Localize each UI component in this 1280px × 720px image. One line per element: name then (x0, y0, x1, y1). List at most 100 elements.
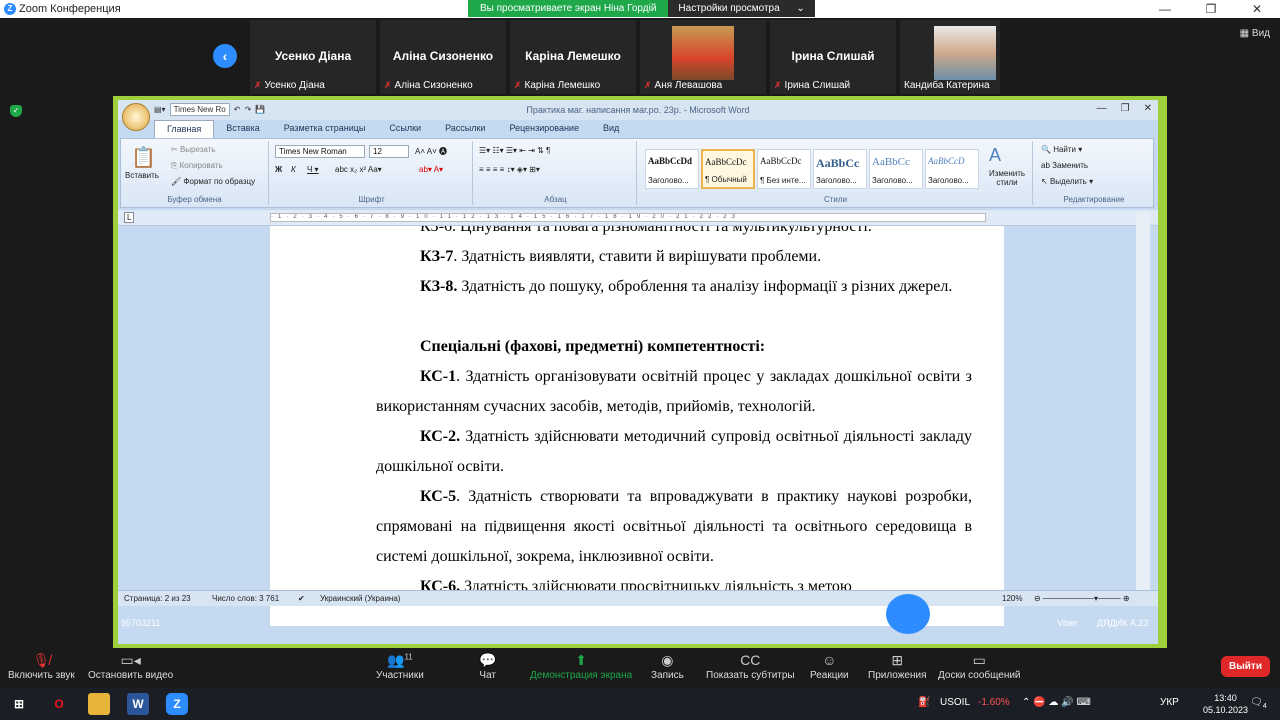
styles-group: AaBbCcDd Заголово... AaBbCcDc ¶ Обычный Aa… (639, 141, 1033, 205)
file-explorer-icon[interactable] (88, 693, 110, 715)
style-heading2[interactable]: AaBbCc Заголово... (869, 149, 923, 189)
participant-tile[interactable]: ✗ Аня Левашова (640, 20, 766, 94)
page-indicator[interactable]: Страница: 2 из 23 (124, 594, 191, 603)
style-heading1[interactable]: AaBbCc Заголово... (813, 149, 867, 189)
copy-label: Копировать (179, 161, 223, 170)
change-styles-icon[interactable]: A (989, 145, 1001, 166)
save-icon[interactable]: 💾 (255, 105, 265, 114)
tab-references[interactable]: Ссылки (377, 120, 433, 138)
qat-icon[interactable]: ▤▾ (154, 105, 166, 114)
ribbon: 📋 Вставить ✂ Вырезать ⎘ Копировать 🖌 Фор… (120, 138, 1154, 208)
format-painter-button[interactable]: 🖌 Формат по образцу (171, 177, 255, 186)
captions-label: Показать субтитры (706, 670, 795, 681)
redo-icon[interactable]: ↷ (244, 105, 251, 114)
bullets-icon[interactable]: ☰▾ ☷▾ ☰▾ ⇤ ⇥ ⇅ ¶ (479, 146, 550, 155)
bold-icon[interactable]: Ж (275, 165, 282, 174)
style-heading[interactable]: AaBbCcDd Заголово... (645, 149, 699, 189)
clock[interactable]: 13:40 05.10.2023 (1203, 692, 1248, 716)
tab-insert[interactable]: Вставка (214, 120, 271, 138)
underline-icon[interactable]: Ч ▾ (307, 165, 319, 174)
apps-button[interactable]: ⊞ Приложения (868, 652, 927, 681)
editing-label: Редактирование (1063, 195, 1125, 204)
tab-view[interactable]: Вид (591, 120, 631, 138)
view-button[interactable]: ▦ Вид (1240, 28, 1270, 39)
mute-button[interactable]: 🎙︎̸ Включить звук (8, 652, 75, 681)
undo-icon[interactable]: ↶ (234, 105, 241, 114)
muted-mic-icon: ✗ (514, 80, 522, 90)
style-name: Заголово... (648, 176, 689, 185)
competence-text: . Здатність організовувати освітній проц… (376, 368, 972, 415)
video-button[interactable]: ▭◂ Остановить видео (88, 652, 173, 681)
captions-button[interactable]: CC Показать субтитры (706, 652, 795, 681)
word-titlebar: Практика маг. написання маг.ро. 23р. - M… (118, 100, 1158, 120)
office-button[interactable] (122, 103, 150, 131)
style-nospacing[interactable]: AaBbCcDc ¶ Без инте... (757, 149, 811, 189)
cut-button[interactable]: ✂ Вырезать (171, 145, 216, 154)
ticker-change[interactable]: -1.60% (978, 697, 1010, 708)
qat-font-box[interactable]: Times New Ro (169, 103, 230, 116)
competence-code: КС-2. (420, 428, 461, 445)
participant-tile[interactable]: Кандиба Катерина (900, 20, 1000, 94)
font-size-box[interactable]: 12 (369, 145, 409, 158)
tab-mailings[interactable]: Рассылки (433, 120, 497, 138)
style-normal[interactable]: AaBbCcDc ¶ Обычный (701, 149, 755, 189)
opera-icon[interactable]: O (48, 693, 70, 715)
prev-page-button[interactable]: ‹ (213, 44, 237, 68)
language-indicator[interactable]: Украинский (Украина) (320, 594, 400, 603)
paste-icon[interactable]: 📋 (131, 145, 156, 170)
participants-button[interactable]: 👥11 Участники (376, 652, 424, 681)
replace-button[interactable]: ab Заменить (1041, 161, 1088, 170)
participant-tile[interactable]: Усенко Діана ✗ Усенко Діана (250, 20, 376, 94)
vertical-scrollbar[interactable] (1136, 212, 1150, 592)
grow-font-icon[interactable]: A˄ A˅ 🅐 (415, 146, 447, 157)
font-color-icon[interactable]: ab▾ A▾ (419, 165, 443, 174)
zoom-level[interactable]: 120% (1002, 594, 1022, 603)
select-button[interactable]: ↖ Выделить ▾ (1041, 177, 1093, 186)
close-icon[interactable]: ✕ (1234, 0, 1280, 18)
weather-icon: ⛽ (918, 697, 931, 708)
security-shield-icon[interactable]: ✓ (10, 105, 22, 117)
spellcheck-icon[interactable]: ✔ (298, 594, 305, 603)
reactions-button[interactable]: ☺ Реакции (810, 652, 849, 681)
tray-icons[interactable]: ⌃ ⛔ ☁ 🔊 ⌨ (1022, 697, 1091, 708)
language-indicator[interactable]: УКР (1160, 697, 1179, 708)
share-screen-button[interactable]: ⬆ Демонстрация экрана (530, 652, 632, 681)
windows-start-icon[interactable]: ⊞ (8, 693, 30, 715)
participant-tile[interactable]: Каріна Лемешко ✗ Каріна Лемешко (510, 20, 636, 94)
tab-selector-icon[interactable]: L (124, 212, 135, 223)
word-count[interactable]: Число слов: 3 761 (212, 594, 279, 603)
document-page[interactable]: КЗ-6. Цінування та повага різноманітност… (270, 226, 1004, 626)
notification-icon[interactable]: 🗨4 (1250, 697, 1267, 710)
style-heading3[interactable]: AaBbCcD Заголово... (925, 149, 979, 189)
zoom-app-icon[interactable]: Z (166, 693, 188, 715)
view-settings-button[interactable]: Настройки просмотра ⌄ (668, 0, 815, 17)
style-sample: AaBbCc (816, 156, 860, 170)
leave-button[interactable]: Выйти (1221, 656, 1270, 677)
zoom-slider[interactable]: ⊖ ─────────▾──── ⊕ (1034, 594, 1130, 603)
participant-tile[interactable]: Аліна Сизоненко ✗ Аліна Сизоненко (380, 20, 506, 94)
chat-button[interactable]: 💬 Чат (479, 652, 496, 681)
paste-button[interactable]: Вставить (125, 171, 159, 180)
restore-icon[interactable]: ❐ (1188, 0, 1234, 18)
copy-button[interactable]: ⎘ Копировать (171, 161, 223, 171)
whiteboard-icon: ▭ (972, 652, 986, 668)
share-screen-icon: ⬆ (575, 652, 587, 668)
word-restore-icon[interactable]: ❐ (1121, 103, 1130, 114)
word-app-icon[interactable]: W (127, 693, 149, 715)
italic-icon[interactable]: К (291, 165, 296, 174)
font-name-box[interactable]: Times New Roman (275, 145, 365, 158)
find-button[interactable]: 🔍 Найти ▾ (1041, 145, 1082, 154)
ticker-symbol[interactable]: USOIL (940, 697, 970, 708)
strike-icon[interactable]: abc x₂ x² Aa▾ (335, 165, 382, 174)
change-styles-button[interactable]: Изменить стили (985, 169, 1029, 187)
minimize-icon[interactable]: — (1142, 0, 1188, 18)
word-close-icon[interactable]: ✕ (1144, 103, 1152, 114)
word-minimize-icon[interactable]: — (1097, 103, 1107, 114)
tab-review[interactable]: Рецензирование (497, 120, 591, 138)
tab-layout[interactable]: Разметка страницы (272, 120, 378, 138)
align-icons[interactable]: ≡ ≡ ≡ ≡ ↕▾ ◈▾ ⊞▾ (479, 165, 540, 174)
whiteboards-button[interactable]: ▭ Доски сообщений (938, 652, 1021, 681)
record-button[interactable]: ◉ Запись (651, 652, 684, 681)
tab-home[interactable]: Главная (154, 120, 215, 138)
participant-tile[interactable]: Ірина Слишай ✗ Ірина Слишай (770, 20, 896, 94)
